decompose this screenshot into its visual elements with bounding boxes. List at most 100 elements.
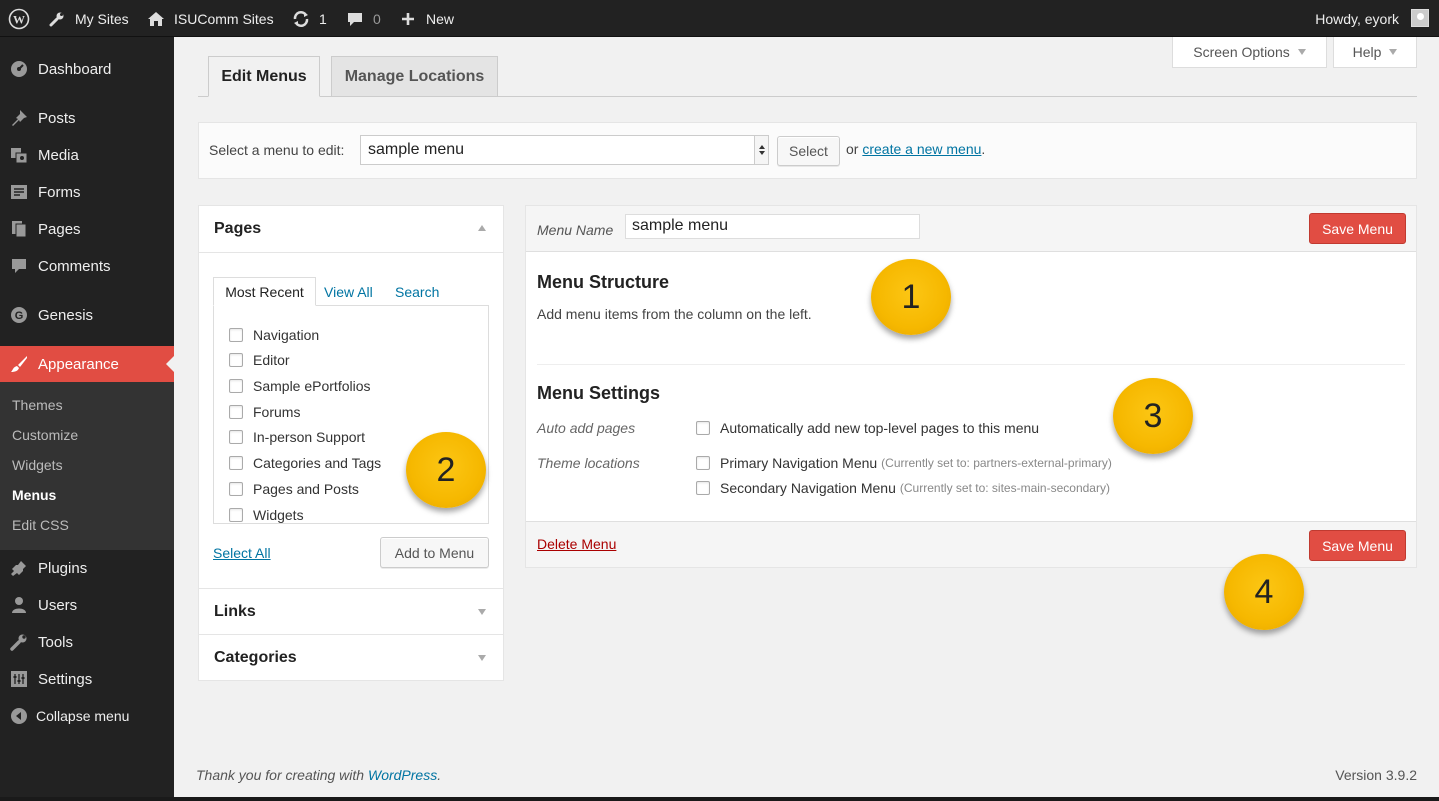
tab-label: View All <box>324 283 373 300</box>
save-menu-button[interactable]: Save Menu <box>1309 213 1406 244</box>
page-checkbox[interactable] <box>229 328 243 342</box>
tab-edit-menus[interactable]: Edit Menus <box>208 56 320 97</box>
submenu-item-menus[interactable]: Menus <box>12 487 56 503</box>
page-label: Forums <box>253 404 301 420</box>
select-menu-label: Select a menu to edit: <box>209 142 345 158</box>
primary-nav-option[interactable]: Primary Navigation Menu (Currently set t… <box>696 453 1112 473</box>
list-item[interactable]: In-person Support <box>229 427 365 447</box>
sidebar-item-label: Collapse menu <box>36 708 130 724</box>
account-menu[interactable]: Howdy, eyork <box>1315 0 1399 37</box>
auto-add-checkbox[interactable] <box>696 421 710 435</box>
help-button[interactable]: Help <box>1333 37 1417 68</box>
menu-structure-title: Menu Structure <box>537 272 670 292</box>
menu-name-input[interactable]: sample menu <box>625 214 920 239</box>
categories-box-title: Categories <box>214 649 297 666</box>
tab-view-all[interactable]: View All <box>324 277 373 306</box>
list-item[interactable]: Widgets <box>229 505 304 523</box>
screen-options-button[interactable]: Screen Options <box>1172 37 1327 68</box>
sidebar-item-users[interactable]: Users <box>0 587 174 623</box>
new-content-menu[interactable]: New <box>398 0 454 37</box>
sidebar-item-posts[interactable]: Posts <box>0 100 174 136</box>
page-checkbox[interactable] <box>229 456 243 470</box>
tab-divider <box>198 96 1417 97</box>
comment-bubble-icon <box>345 9 365 29</box>
select-button[interactable]: Select <box>777 136 840 166</box>
page-checkbox[interactable] <box>229 353 243 367</box>
wordpress-logo-icon[interactable]: W <box>8 0 30 37</box>
sidebar-item-settings[interactable]: Settings <box>0 661 174 697</box>
sidebar-item-appearance[interactable]: Appearance <box>0 346 174 382</box>
submenu-item-themes[interactable]: Themes <box>12 397 63 413</box>
sidebar-item-media[interactable]: Media <box>0 137 174 173</box>
sidebar-item-label: Appearance <box>38 355 119 373</box>
list-item[interactable]: Pages and Posts <box>229 479 359 499</box>
wordpress-link[interactable]: WordPress <box>368 767 437 783</box>
sidebar-item-pages[interactable]: Pages <box>0 211 174 247</box>
auto-add-option[interactable]: Automatically add new top-level pages to… <box>696 418 1039 438</box>
media-icon <box>9 145 29 165</box>
comments-menu[interactable]: 0 <box>345 0 381 37</box>
select-all-link[interactable]: Select All <box>213 545 271 561</box>
expand-arrow-icon <box>478 609 486 615</box>
secondary-nav-checkbox[interactable] <box>696 481 710 495</box>
save-menu-label: Save Menu <box>1322 537 1393 554</box>
brush-icon <box>9 354 29 374</box>
page-checkbox[interactable] <box>229 405 243 419</box>
sidebar-item-tools[interactable]: Tools <box>0 624 174 660</box>
sidebar-item-genesis[interactable]: G Genesis <box>0 297 174 333</box>
submenu-item-customize[interactable]: Customize <box>12 427 78 443</box>
page-label: Navigation <box>253 327 320 343</box>
page-checkbox[interactable] <box>229 508 243 522</box>
tab-most-recent[interactable]: Most Recent <box>213 277 316 306</box>
page-checkbox[interactable] <box>229 379 243 393</box>
list-item[interactable]: Editor <box>229 350 290 370</box>
select-button-label: Select <box>789 143 828 159</box>
save-menu-button-bottom[interactable]: Save Menu <box>1309 530 1406 561</box>
add-to-menu-button[interactable]: Add to Menu <box>380 537 489 568</box>
menu-settings-title: Menu Settings <box>537 383 661 403</box>
updates-menu[interactable]: 1 <box>291 0 327 37</box>
my-sites-menu[interactable]: My Sites <box>47 0 129 37</box>
page-label: Editor <box>253 352 290 368</box>
links-box-header[interactable]: Links <box>199 588 503 635</box>
collapse-menu-button[interactable]: Collapse menu <box>0 698 174 734</box>
menu-select[interactable]: sample menu <box>360 135 769 165</box>
menu-header: Menu Name sample menu Save Menu <box>526 206 1416 252</box>
avatar[interactable] <box>1411 9 1429 27</box>
page-checkbox[interactable] <box>229 430 243 444</box>
links-box-title: Links <box>214 603 256 620</box>
list-item[interactable]: Categories and Tags <box>229 453 381 473</box>
list-item[interactable]: Forums <box>229 402 300 422</box>
wrench-icon <box>9 632 29 652</box>
site-name-label: ISUComm Sites <box>174 10 274 27</box>
sidebar-item-label: Tools <box>38 633 74 651</box>
sidebar-item-dashboard[interactable]: Dashboard <box>0 51 174 87</box>
primary-nav-checkbox[interactable] <box>696 456 710 470</box>
submenu-item-widgets[interactable]: Widgets <box>12 457 63 473</box>
create-new-menu-link[interactable]: create a new menu <box>862 141 981 157</box>
sidebar-item-comments[interactable]: Comments <box>0 248 174 284</box>
genesis-icon: G <box>9 305 29 325</box>
callout-number: 1 <box>901 277 921 316</box>
pages-box-header[interactable]: Pages <box>199 206 503 253</box>
sidebar-item-plugins[interactable]: Plugins <box>0 550 174 586</box>
primary-nav-label: Primary Navigation Menu <box>720 455 878 471</box>
sidebar-item-label: Posts <box>38 109 76 127</box>
secondary-nav-option[interactable]: Secondary Navigation Menu (Currently set… <box>696 478 1110 498</box>
tab-search[interactable]: Search <box>395 277 439 306</box>
delete-menu-link[interactable]: Delete Menu <box>537 536 616 552</box>
sidebar-item-forms[interactable]: Forms <box>0 174 174 210</box>
site-name-menu[interactable]: ISUComm Sites <box>146 0 274 37</box>
tab-manage-locations[interactable]: Manage Locations <box>331 56 498 97</box>
submenu-item-edit-css[interactable]: Edit CSS <box>12 517 69 533</box>
categories-box-header[interactable]: Categories <box>199 635 503 681</box>
pages-icon <box>9 219 29 239</box>
list-item[interactable]: Sample ePortfolios <box>229 376 371 396</box>
page-checkbox[interactable] <box>229 482 243 496</box>
list-item[interactable]: Navigation <box>229 325 319 345</box>
home-icon <box>146 9 166 29</box>
dashboard-icon <box>9 59 29 79</box>
sidebar-item-label: Users <box>38 596 78 614</box>
callout-number: 3 <box>1143 396 1163 435</box>
plus-icon <box>398 9 418 29</box>
